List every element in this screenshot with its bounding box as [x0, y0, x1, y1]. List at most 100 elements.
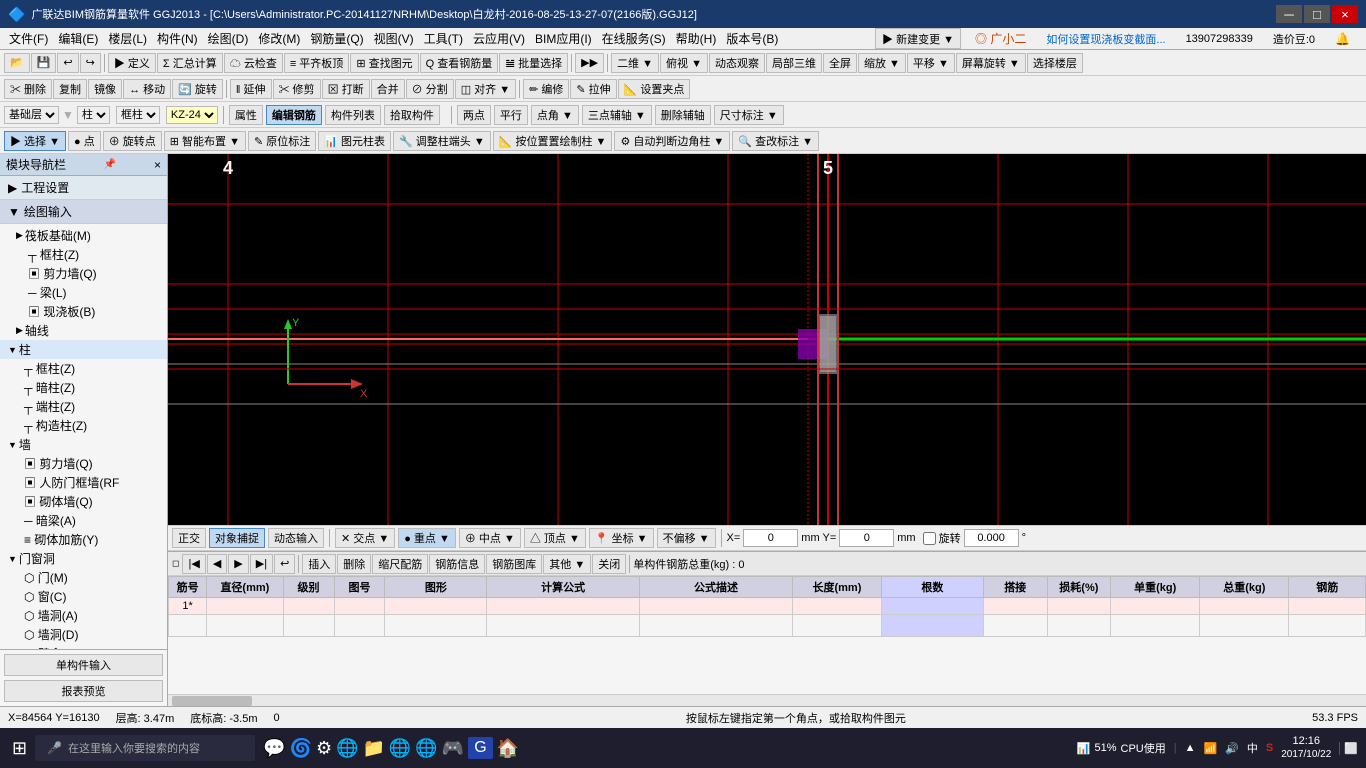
rebar-last-btn[interactable]: ▶|: [250, 554, 273, 574]
snap-endpoint[interactable]: ● 重点 ▼: [398, 528, 456, 548]
single-elem-input-btn[interactable]: 单构件输入: [4, 654, 163, 676]
rebar-delete-btn[interactable]: 删除: [337, 554, 371, 574]
snap-intersect[interactable]: ✕ 交点 ▼: [335, 528, 395, 548]
table-row[interactable]: 1*: [169, 598, 1366, 615]
tb-cloud-check[interactable]: ☁ 云检查: [224, 53, 283, 73]
draw-table[interactable]: 📊 图元柱表: [318, 131, 391, 151]
list-item[interactable]: ▣ 现浇板(B): [24, 302, 167, 321]
rebar-library-btn[interactable]: 钢筋图库: [486, 554, 542, 574]
list-item[interactable]: ▼ 柱: [0, 340, 167, 359]
cell-unit-wt[interactable]: [1111, 598, 1200, 615]
menu-draw[interactable]: 绘图(D): [203, 28, 254, 49]
measure-dim[interactable]: 尺寸标注 ▼: [714, 105, 784, 125]
cell-total-wt[interactable]: [1200, 598, 1289, 615]
taskbar-app-edge[interactable]: 🌐: [336, 738, 358, 759]
list-item[interactable]: ⬡ 门(M): [20, 568, 167, 587]
tb-topview[interactable]: 俯视 ▼: [660, 53, 708, 73]
cell-formula[interactable]: [487, 598, 640, 615]
draw-auto-corner[interactable]: ⚙ 自动判断边角柱 ▼: [614, 131, 730, 151]
list-item[interactable]: ⬡ 墙洞(D): [20, 625, 167, 644]
measure-parallel[interactable]: 平行: [494, 105, 528, 125]
taskbar-app-ie[interactable]: 🌐: [389, 738, 411, 759]
type-select[interactable]: 柱: [77, 106, 110, 124]
snap-vertex[interactable]: △ 顶点 ▼: [524, 528, 586, 548]
tb-define[interactable]: ▶ 定义: [108, 53, 156, 73]
menu-edit[interactable]: 编辑(E): [53, 28, 103, 49]
list-item[interactable]: ▼ 墙: [0, 435, 167, 454]
menu-floor[interactable]: 楼层(L): [103, 28, 152, 49]
tb-rotate-btn[interactable]: 🔄 旋转: [172, 79, 223, 99]
cell-length[interactable]: [792, 598, 881, 615]
measure-two-point[interactable]: 两点: [457, 105, 491, 125]
snap-no-offset[interactable]: 不偏移 ▼: [657, 528, 716, 548]
tb-stretch[interactable]: ✎ 拉伸: [570, 79, 616, 99]
list-item[interactable]: ⬡ 窗(C): [20, 587, 167, 606]
tb-zoom[interactable]: 缩放 ▼: [858, 53, 906, 73]
tb-trim[interactable]: ✂ 修剪: [273, 79, 321, 99]
tb-calc[interactable]: Σ 汇总计算: [157, 53, 223, 73]
search-hint[interactable]: 如何设置现浇板变截面...: [1040, 28, 1171, 49]
list-item[interactable]: ▼ 门窗洞: [0, 549, 167, 568]
sidebar-section-draw[interactable]: ▼ 绘图输入: [0, 200, 167, 224]
rotate-check[interactable]: [923, 532, 936, 545]
cell-loss[interactable]: [1047, 598, 1111, 615]
list-item[interactable]: ≡ 砌体加筋(Y): [20, 530, 167, 549]
tb-fullscreen[interactable]: 全屏: [823, 53, 857, 73]
tb-undo[interactable]: ↩: [57, 53, 78, 73]
list-item[interactable]: ▶ 筏板基础(M): [0, 226, 167, 245]
menu-help[interactable]: 帮助(H): [671, 28, 722, 49]
tb-2d[interactable]: 二维 ▼: [611, 53, 659, 73]
list-item[interactable]: ─ 梁(L): [24, 283, 167, 302]
sidebar-pin[interactable]: 📌: [104, 159, 116, 170]
ortho-btn[interactable]: 正交: [172, 528, 206, 548]
tb-merge[interactable]: 合并: [371, 79, 405, 99]
list-item[interactable]: ┬ 构造柱(Z): [20, 416, 167, 435]
x-input[interactable]: [743, 529, 798, 547]
new-change-btn[interactable]: ▶ 新建变更 ▼: [875, 28, 961, 49]
tb-find[interactable]: ⊞ 查找图元: [350, 53, 418, 73]
rebar-next-btn[interactable]: ▶: [228, 554, 248, 574]
tb-delete[interactable]: ✂ 删除: [4, 79, 52, 99]
table-row[interactable]: [169, 615, 1366, 637]
cell-rebar[interactable]: [1289, 598, 1366, 615]
rebar-table-container[interactable]: 筋号 直径(mm) 级别 图号 图形 计算公式 公式描述 长度(mm) 根数 搭…: [168, 576, 1366, 694]
cell-count[interactable]: [882, 598, 984, 615]
tb-move[interactable]: ↔ 移动: [123, 79, 171, 99]
dynamic-input-btn[interactable]: 动态输入: [268, 528, 324, 548]
list-item[interactable]: ┬ 暗柱(Z): [20, 378, 167, 397]
prop-edit-rebar-btn[interactable]: 编辑钢筋: [266, 105, 322, 125]
start-button[interactable]: ⊞: [8, 738, 31, 759]
list-item[interactable]: ┬ 框柱(Z): [24, 245, 167, 264]
list-item[interactable]: ▣ 剪力墙(Q): [20, 454, 167, 473]
taskbar-app-widget[interactable]: 🌀: [290, 738, 312, 759]
taskbar-app-settings[interactable]: ⚙: [316, 738, 332, 759]
cell-diameter[interactable]: [207, 598, 283, 615]
subtype-select[interactable]: 框柱: [116, 106, 160, 124]
tb-save[interactable]: 💾: [31, 53, 57, 73]
rebar-other-btn[interactable]: 其他 ▼: [543, 554, 591, 574]
tb-floor-sel[interactable]: 选择楼层: [1027, 53, 1083, 73]
search-bar[interactable]: 🎤 在这里输入你要搜索的内容: [35, 735, 255, 761]
rebar-close-btn[interactable]: 关闭: [592, 554, 626, 574]
taskbar-app-files[interactable]: 📁: [363, 738, 385, 759]
rebar-return-btn[interactable]: ↩: [274, 554, 295, 574]
close-button[interactable]: ×: [1332, 5, 1358, 23]
draw-query-annot[interactable]: 🔍 查改标注 ▼: [732, 131, 819, 151]
cell-grade[interactable]: [283, 598, 334, 615]
menu-version[interactable]: 版本号(B): [721, 28, 783, 49]
menu-online[interactable]: 在线服务(S): [597, 28, 671, 49]
tb-edit-mod[interactable]: ✏ 编修: [523, 79, 569, 99]
tb-rotate[interactable]: 屏幕旋转 ▼: [956, 53, 1026, 73]
sidebar-close[interactable]: ×: [154, 158, 161, 172]
list-item[interactable]: ▣ 剪力墙(Q): [24, 264, 167, 283]
sidebar-section-setup[interactable]: ▶ 工程设置: [0, 176, 167, 200]
minimize-button[interactable]: －: [1276, 5, 1302, 23]
tb-open[interactable]: 📂: [4, 53, 30, 73]
snap-btn[interactable]: 对象捕捉: [209, 528, 265, 548]
menu-view[interactable]: 视图(V): [369, 28, 419, 49]
y-input[interactable]: [839, 529, 894, 547]
list-item[interactable]: ▶ 轴线: [0, 321, 167, 340]
show-desktop-btn[interactable]: ⬜: [1339, 742, 1358, 755]
canvas-area[interactable]: 4 5 Y X: [168, 154, 1366, 525]
list-item[interactable]: ┬ 端柱(Z): [20, 397, 167, 416]
